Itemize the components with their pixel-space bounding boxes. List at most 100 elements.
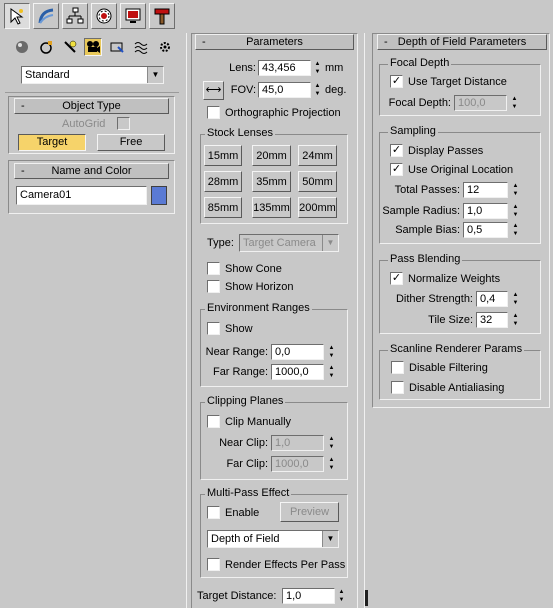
utilities-tab[interactable] xyxy=(149,3,175,29)
clip-manually-checkbox[interactable] xyxy=(207,415,220,428)
free-button-label: Free xyxy=(119,136,143,148)
far-clip-field[interactable]: 1000,0 xyxy=(271,456,324,472)
use-target-distance-checkbox[interactable]: ✓ xyxy=(390,75,403,88)
spacewarps-icon xyxy=(134,42,148,54)
clipping-planes-title: Clipping Planes xyxy=(205,395,286,408)
parameters-header[interactable]: - Parameters xyxy=(195,34,354,50)
lens-button-label: 28mm xyxy=(207,176,239,188)
near-range-spinner[interactable]: ▲ ▼ xyxy=(327,344,336,360)
lens-20mm-button[interactable]: 20mm xyxy=(252,145,291,166)
show-cone-label: Show Cone xyxy=(225,263,282,275)
object-name-field[interactable]: Camera01 xyxy=(16,186,147,205)
lens-field[interactable]: 43,456 xyxy=(258,60,311,76)
systems-category-button[interactable] xyxy=(156,38,174,56)
target-distance-spinner[interactable]: ▲ ▼ xyxy=(337,588,346,604)
env-show-checkbox[interactable] xyxy=(207,322,220,335)
lens-28mm-button[interactable]: 28mm xyxy=(204,171,242,192)
geometry-category-button[interactable] xyxy=(13,38,31,56)
near-clip-spinner[interactable]: ▲ ▼ xyxy=(327,435,336,451)
far-range-field[interactable]: 1000,0 xyxy=(271,364,324,380)
lens-15mm-button[interactable]: 15mm xyxy=(204,145,242,166)
disable-filtering-label: Disable Filtering xyxy=(409,362,488,374)
near-range-field[interactable]: 0,0 xyxy=(271,344,324,360)
lens-85mm-button[interactable]: 85mm xyxy=(204,197,242,218)
dither-strength-spinner[interactable]: ▲ ▼ xyxy=(511,291,520,307)
sample-bias-value: 0,5 xyxy=(467,224,483,236)
hierarchy-tab[interactable] xyxy=(62,3,88,29)
fov-field[interactable]: 45,0 xyxy=(258,82,311,98)
tile-size-field[interactable]: 32 xyxy=(476,312,508,328)
use-original-location-checkbox[interactable]: ✓ xyxy=(390,163,403,176)
display-tab[interactable] xyxy=(120,3,146,29)
chevron-down-icon: ▼ xyxy=(322,235,338,251)
panel-scrollbar[interactable] xyxy=(364,33,369,608)
sample-radius-field[interactable]: 1,0 xyxy=(463,203,508,219)
focal-depth-field[interactable]: 100,0 xyxy=(454,95,507,111)
free-button[interactable]: Free xyxy=(97,134,165,151)
lens-200mm-button[interactable]: 200mm xyxy=(298,197,337,218)
multipass-title: Multi-Pass Effect xyxy=(205,487,292,500)
focal-depth-spinner[interactable]: ▲ ▼ xyxy=(510,95,519,111)
helpers-category-button[interactable] xyxy=(108,38,126,56)
spacewarps-category-button[interactable] xyxy=(132,38,150,56)
modify-tab[interactable] xyxy=(33,3,59,29)
lens-label: Lens: xyxy=(229,62,256,74)
category-dropdown[interactable]: Standard ▼ xyxy=(21,66,164,84)
name-color-header[interactable]: - Name and Color xyxy=(14,163,169,179)
motion-tab[interactable] xyxy=(91,3,117,29)
disable-filtering-checkbox[interactable] xyxy=(391,361,404,374)
camera-type-value: Target Camera xyxy=(243,237,316,249)
dither-strength-field[interactable]: 0,4 xyxy=(476,291,508,307)
fov-spinner[interactable]: ▲ ▼ xyxy=(313,82,322,98)
far-range-spinner[interactable]: ▲ ▼ xyxy=(327,364,336,380)
sample-bias-field[interactable]: 0,5 xyxy=(463,222,508,238)
left-empty-area xyxy=(0,220,184,608)
lens-button-label: 20mm xyxy=(256,150,287,162)
lens-135mm-button[interactable]: 135mm xyxy=(252,197,291,218)
orthographic-checkbox[interactable] xyxy=(207,106,220,119)
sample-bias-spinner[interactable]: ▲ ▼ xyxy=(511,222,520,238)
create-tab[interactable] xyxy=(4,3,30,29)
utilities-hammer-icon xyxy=(154,8,170,25)
total-passes-spinner[interactable]: ▲ ▼ xyxy=(511,182,520,198)
far-clip-spinner[interactable]: ▲ ▼ xyxy=(327,456,336,472)
multipass-enable-checkbox[interactable] xyxy=(207,506,220,519)
far-range-label: Far Range: xyxy=(212,366,268,378)
normalize-weights-checkbox[interactable]: ✓ xyxy=(390,272,403,285)
disable-antialiasing-checkbox[interactable] xyxy=(391,381,404,394)
object-name-value: Camera01 xyxy=(20,189,72,201)
lens-50mm-button[interactable]: 50mm xyxy=(298,171,337,192)
parameters-title: Parameters xyxy=(246,36,303,48)
sample-radius-spinner[interactable]: ▲ ▼ xyxy=(511,203,520,219)
fov-direction-button[interactable]: ⟷ xyxy=(203,81,224,100)
show-horizon-checkbox[interactable] xyxy=(207,280,220,293)
object-type-header[interactable]: - Object Type xyxy=(14,98,169,114)
total-passes-field[interactable]: 12 xyxy=(463,182,508,198)
lens-35mm-button[interactable]: 35mm xyxy=(252,171,291,192)
render-effects-checkbox[interactable] xyxy=(207,558,220,571)
display-passes-checkbox[interactable]: ✓ xyxy=(390,144,403,157)
shapes-category-button[interactable] xyxy=(37,38,55,56)
lens-spinner[interactable]: ▲ ▼ xyxy=(313,60,322,76)
target-button[interactable]: Target xyxy=(18,134,86,151)
target-distance-field[interactable]: 1,0 xyxy=(282,588,335,604)
multipass-effect-dropdown[interactable]: Depth of Field ▼ xyxy=(207,530,339,548)
panel-scroll-thumb[interactable] xyxy=(365,590,368,606)
use-target-distance-label: Use Target Distance xyxy=(408,76,507,88)
dither-strength-label: Dither Strength: xyxy=(395,293,473,305)
preview-button[interactable]: Preview xyxy=(280,502,339,522)
object-color-swatch[interactable] xyxy=(151,186,167,205)
tile-size-spinner[interactable]: ▲ ▼ xyxy=(511,312,520,328)
cameras-category-button[interactable] xyxy=(84,38,102,56)
fov-label: FOV: xyxy=(230,84,256,96)
autogrid-checkbox[interactable] xyxy=(117,117,130,130)
dof-header[interactable]: - Depth of Field Parameters xyxy=(377,34,547,50)
show-cone-checkbox[interactable] xyxy=(207,262,220,275)
near-clip-field[interactable]: 1,0 xyxy=(271,435,324,451)
env-show-label: Show xyxy=(225,323,253,335)
camera-type-dropdown[interactable]: Target Camera ▼ xyxy=(239,234,339,252)
lights-category-button[interactable] xyxy=(61,38,79,56)
lens-24mm-button[interactable]: 24mm xyxy=(298,145,337,166)
lights-icon xyxy=(64,40,77,53)
collapse-icon: - xyxy=(21,100,25,112)
